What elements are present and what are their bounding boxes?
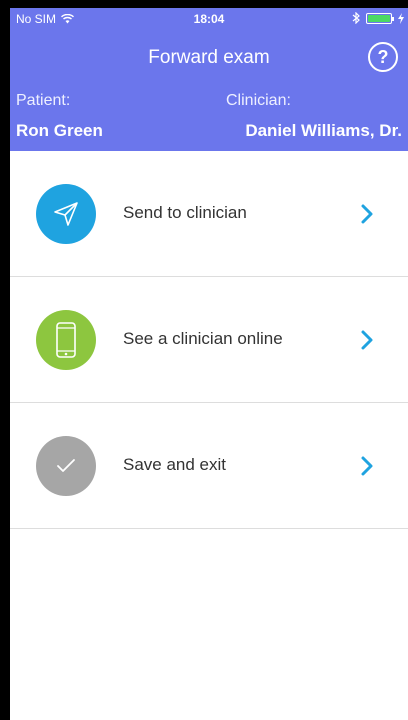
see-clinician-online-row[interactable]: See a clinician online <box>10 277 408 403</box>
status-time: 18:04 <box>193 12 225 26</box>
send-to-clinician-row[interactable]: Send to clinician <box>10 151 408 277</box>
status-right <box>352 12 404 24</box>
header: No SIM 18:04 Forward exam ? Patient: Cli… <box>10 8 408 151</box>
save-and-exit-label: Save and exit <box>123 455 227 474</box>
battery-icon <box>366 12 394 24</box>
action-menu: Send to clinician See a clinician online <box>10 151 408 529</box>
status-bar: No SIM 18:04 <box>10 8 408 30</box>
send-icon-circle <box>36 184 96 244</box>
phone-screen: No SIM 18:04 Forward exam ? Patient: Cli… <box>10 8 408 720</box>
save-icon-circle <box>36 436 96 496</box>
chevron-right-icon <box>361 330 373 350</box>
patient-name: Ron Green <box>16 121 103 140</box>
chevron-right-icon <box>361 204 373 224</box>
bluetooth-icon <box>352 12 360 24</box>
save-and-exit-row[interactable]: Save and exit <box>10 403 408 529</box>
chevron-right-icon <box>361 456 373 476</box>
paper-plane-icon <box>54 202 78 226</box>
charging-icon <box>398 12 404 24</box>
patient-label: Patient: <box>16 92 71 109</box>
checkmark-icon <box>57 459 75 472</box>
clinician-name: Daniel Williams, Dr. <box>245 121 402 140</box>
see-clinician-online-label: See a clinician online <box>123 329 283 348</box>
page-title: Forward exam <box>148 47 270 68</box>
help-icon: ? <box>377 46 389 67</box>
send-to-clinician-label: Send to clinician <box>123 203 247 222</box>
help-button[interactable]: ? <box>368 42 398 72</box>
smartphone-icon <box>56 322 76 358</box>
clinician-label: Clinician: <box>226 92 291 109</box>
online-icon-circle <box>36 310 96 370</box>
